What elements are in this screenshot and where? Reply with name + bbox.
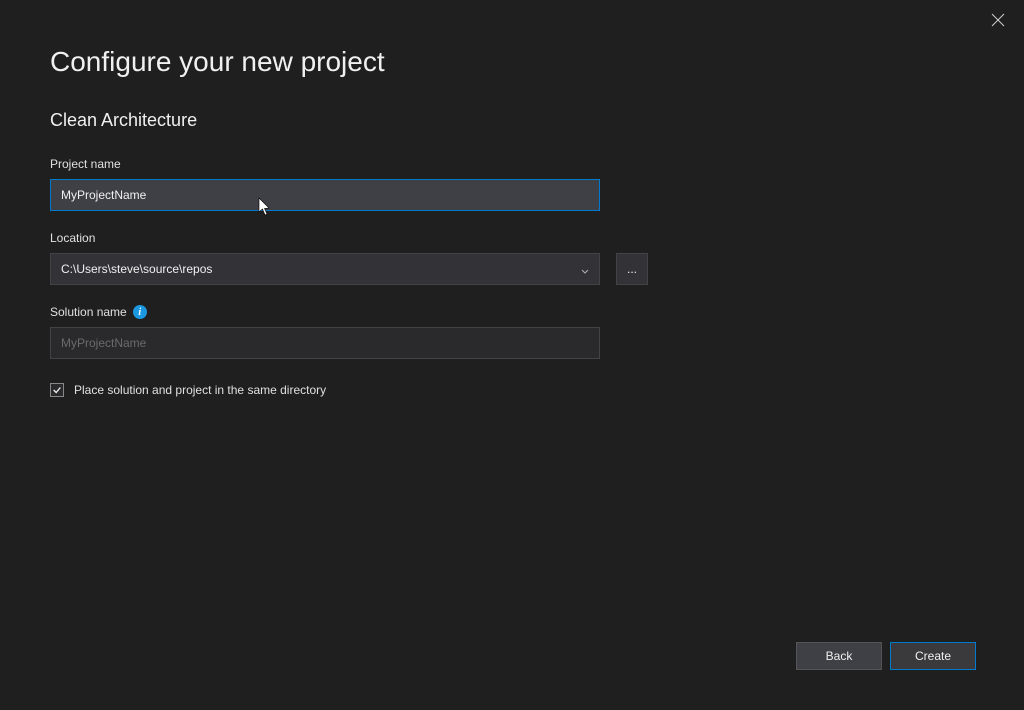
- same-directory-checkbox[interactable]: [50, 383, 64, 397]
- create-button-label: Create: [915, 649, 951, 663]
- browse-label: ...: [627, 262, 637, 276]
- location-label: Location: [50, 231, 974, 245]
- project-name-label: Project name: [50, 157, 974, 171]
- check-icon: [52, 385, 62, 395]
- project-name-input[interactable]: [50, 179, 600, 211]
- solution-name-input: [50, 327, 600, 359]
- info-icon[interactable]: i: [133, 305, 147, 319]
- same-directory-label: Place solution and project in the same d…: [74, 383, 326, 397]
- close-icon: [990, 12, 1006, 28]
- browse-button[interactable]: ...: [616, 253, 648, 285]
- location-value: C:\Users\steve\source\repos: [61, 262, 212, 276]
- solution-name-label-text: Solution name: [50, 305, 127, 319]
- solution-name-label: Solution name i: [50, 305, 974, 319]
- location-dropdown[interactable]: C:\Users\steve\source\repos: [50, 253, 600, 285]
- template-name: Clean Architecture: [50, 110, 974, 131]
- create-button[interactable]: Create: [890, 642, 976, 670]
- page-title: Configure your new project: [50, 46, 974, 78]
- back-button-label: Back: [826, 649, 853, 663]
- close-button[interactable]: [990, 12, 1006, 28]
- chevron-down-icon: [581, 265, 589, 273]
- back-button[interactable]: Back: [796, 642, 882, 670]
